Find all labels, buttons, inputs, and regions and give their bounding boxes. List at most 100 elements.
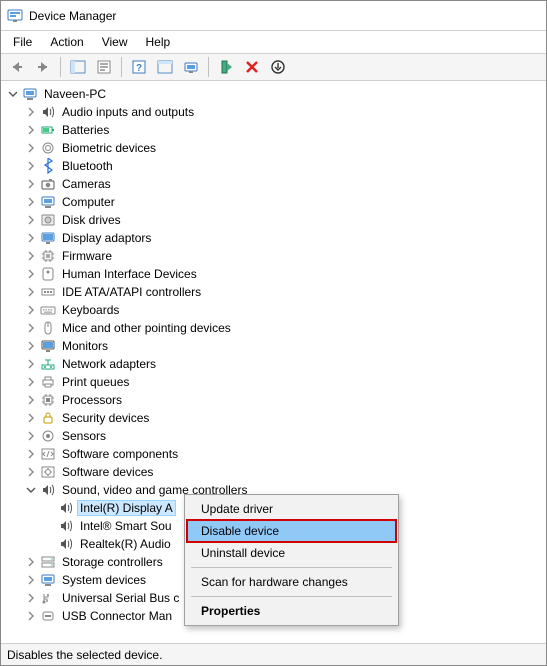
expand-icon[interactable] <box>25 196 37 208</box>
show-hide-tree-button[interactable] <box>66 55 90 79</box>
expand-icon[interactable] <box>25 610 37 622</box>
category-node[interactable]: Biometric devices <box>25 139 546 157</box>
category-label: Sensors <box>59 428 109 444</box>
properties-button[interactable] <box>92 55 116 79</box>
ctx-disable-device[interactable]: Disable device <box>187 520 396 542</box>
category-node[interactable]: Firmware <box>25 247 546 265</box>
category-node[interactable]: IDE ATA/ATAPI controllers <box>25 283 546 301</box>
spacer <box>43 502 55 514</box>
expand-icon[interactable] <box>25 340 37 352</box>
category-node[interactable]: Human Interface Devices <box>25 265 546 283</box>
category-label: Security devices <box>59 410 152 426</box>
root-node[interactable]: Naveen-PC <box>7 85 546 103</box>
help-button[interactable]: ? <box>127 55 151 79</box>
monitor-icon <box>40 338 56 354</box>
ctx-scan-hardware[interactable]: Scan for hardware changes <box>187 571 396 593</box>
expand-icon[interactable] <box>25 430 37 442</box>
category-node[interactable]: Processors <box>25 391 546 409</box>
collapse-icon[interactable] <box>7 88 19 100</box>
expand-icon[interactable] <box>25 466 37 478</box>
category-node[interactable]: Sensors <box>25 427 546 445</box>
expand-icon[interactable] <box>25 232 37 244</box>
ctx-properties[interactable]: Properties <box>187 600 396 622</box>
category-node[interactable]: Disk drives <box>25 211 546 229</box>
speaker-icon <box>40 104 56 120</box>
display-icon <box>40 230 56 246</box>
category-label: Print queues <box>59 374 132 390</box>
ctx-update-driver[interactable]: Update driver <box>187 498 396 520</box>
expand-icon[interactable] <box>25 574 37 586</box>
usbconn-icon <box>40 608 56 624</box>
expand-icon[interactable] <box>25 106 37 118</box>
category-node[interactable]: Bluetooth <box>25 157 546 175</box>
expand-icon[interactable] <box>25 358 37 370</box>
menu-help[interactable]: Help <box>138 33 179 51</box>
category-node[interactable]: Software devices <box>25 463 546 481</box>
uninstall-device-button[interactable] <box>266 55 290 79</box>
expand-icon[interactable] <box>25 268 37 280</box>
category-label: IDE ATA/ATAPI controllers <box>59 284 204 300</box>
collapse-icon[interactable] <box>25 484 37 496</box>
category-label: Cameras <box>59 176 114 192</box>
finger-icon <box>40 140 56 156</box>
expand-icon[interactable] <box>25 160 37 172</box>
forward-button[interactable] <box>31 55 55 79</box>
ctx-uninstall-device[interactable]: Uninstall device <box>187 542 396 564</box>
category-node[interactable]: Display adaptors <box>25 229 546 247</box>
category-label: Monitors <box>59 338 111 354</box>
category-node[interactable]: Batteries <box>25 121 546 139</box>
ctx-scan-label: Scan for hardware changes <box>201 575 348 589</box>
expand-icon[interactable] <box>25 304 37 316</box>
category-label: Computer <box>59 194 118 210</box>
expand-icon[interactable] <box>25 250 37 262</box>
category-label: Storage controllers <box>59 554 166 570</box>
expand-icon[interactable] <box>25 322 37 334</box>
device-label: Intel® Smart Sou <box>77 518 175 534</box>
camera-icon <box>40 176 56 192</box>
menu-action[interactable]: Action <box>42 33 91 51</box>
category-node[interactable]: Mice and other pointing devices <box>25 319 546 337</box>
menu-file[interactable]: File <box>5 33 40 51</box>
back-button[interactable] <box>5 55 29 79</box>
category-node[interactable]: Audio inputs and outputs <box>25 103 546 121</box>
expand-icon[interactable] <box>25 394 37 406</box>
expand-icon[interactable] <box>25 142 37 154</box>
expand-icon[interactable] <box>25 124 37 136</box>
expand-icon[interactable] <box>25 286 37 298</box>
action-button[interactable] <box>153 55 177 79</box>
category-node[interactable]: Computer <box>25 193 546 211</box>
category-node[interactable]: Print queues <box>25 373 546 391</box>
expand-icon[interactable] <box>25 556 37 568</box>
category-label: Audio inputs and outputs <box>59 104 197 120</box>
category-label: Universal Serial Bus c <box>59 590 182 606</box>
device-tree[interactable]: Naveen-PC Audio inputs and outputs Batter… <box>1 81 546 643</box>
disable-device-button[interactable] <box>240 55 264 79</box>
category-label: Software components <box>59 446 181 462</box>
category-node[interactable]: Keyboards <box>25 301 546 319</box>
expand-icon[interactable] <box>25 592 37 604</box>
expand-icon[interactable] <box>25 178 37 190</box>
keyboard-icon <box>40 302 56 318</box>
expand-icon[interactable] <box>25 412 37 424</box>
category-label: Batteries <box>59 122 112 138</box>
enable-device-button[interactable] <box>214 55 238 79</box>
category-node[interactable]: Monitors <box>25 337 546 355</box>
category-node[interactable]: Cameras <box>25 175 546 193</box>
category-node[interactable]: Network adapters <box>25 355 546 373</box>
expand-icon[interactable] <box>25 214 37 226</box>
speaker-icon <box>58 518 74 534</box>
category-node[interactable]: Software components <box>25 445 546 463</box>
computer-icon <box>40 194 56 210</box>
expand-icon[interactable] <box>25 376 37 388</box>
spacer <box>43 538 55 550</box>
mouse-icon <box>40 320 56 336</box>
battery-icon <box>40 122 56 138</box>
category-node[interactable]: Security devices <box>25 409 546 427</box>
menu-view[interactable]: View <box>94 33 136 51</box>
chip-icon <box>40 248 56 264</box>
category-label: USB Connector Man <box>59 608 175 624</box>
expand-icon[interactable] <box>25 448 37 460</box>
scan-hardware-button[interactable] <box>179 55 203 79</box>
category-label: Firmware <box>59 248 115 264</box>
cpu-icon <box>40 392 56 408</box>
